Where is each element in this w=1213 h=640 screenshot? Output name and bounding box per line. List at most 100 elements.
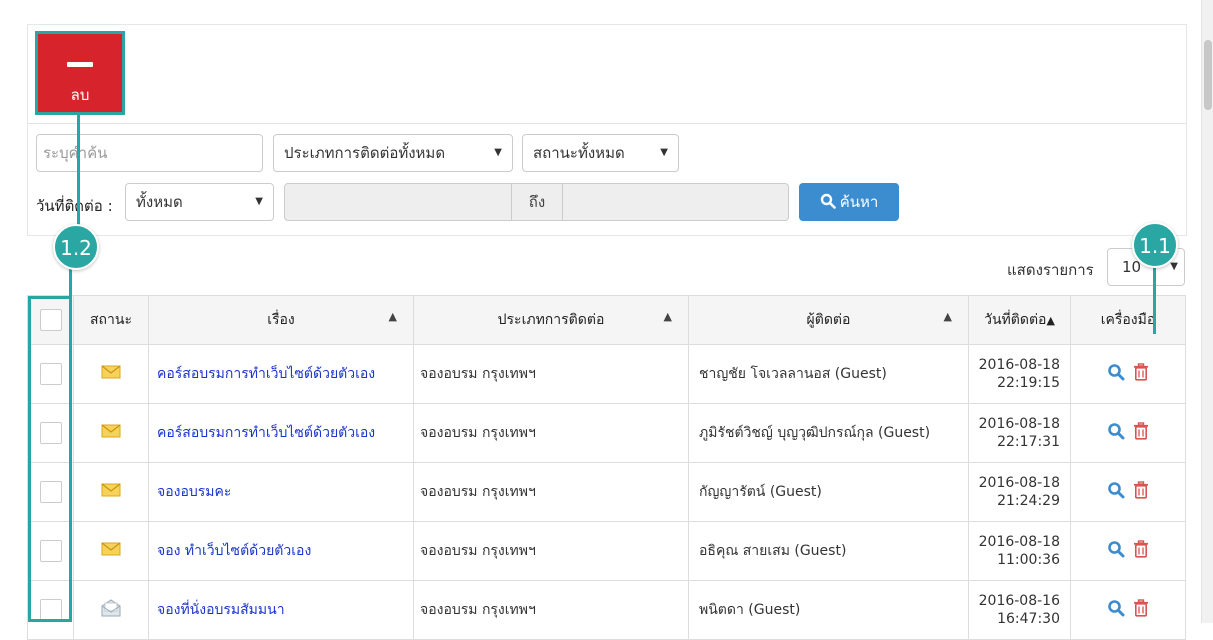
trash-icon[interactable] (1133, 422, 1149, 444)
dropdown-arrow-icon: ▼ (255, 196, 263, 207)
contact-date: 2016-08-16 (978, 593, 1060, 609)
row-checkbox[interactable] (39, 363, 62, 385)
tools-cell (1070, 521, 1186, 581)
table-header-row: สถานะ เรื่อง ▲ ประเภทการติดต่อ ▲ ผู้ติดต่อ… (27, 295, 1186, 345)
tools-cell (1070, 580, 1186, 640)
row-checkbox[interactable] (39, 540, 62, 562)
contact-cell: ภูมิรัชต์วิชญ์ บุญวุฒิปกรณ์กุล (Guest) (688, 403, 969, 463)
status-select-value: สถานะทั้งหมด (533, 144, 625, 162)
envelope-unread-icon (101, 365, 121, 384)
contact-date-label: วันที่ติดต่อ : (36, 197, 113, 215)
select-all-checkbox[interactable] (39, 309, 62, 331)
envelope-unread-icon (101, 542, 121, 561)
trash-icon[interactable] (1133, 599, 1149, 621)
sort-up-icon: ▲ (1046, 314, 1055, 327)
contact-date-cell: 2016-08-18 11:00:36 (968, 521, 1071, 581)
trash-icon[interactable] (1133, 363, 1149, 385)
status-cell (73, 462, 149, 522)
table-row: จองอบรมคะ จองอบรม กรุงเทพฯ กัญญารัตน์ (Gue… (27, 462, 1186, 522)
callout-badge: 1.2 (53, 224, 99, 270)
contact-date-cell: 2016-08-18 22:19:15 (968, 344, 1071, 404)
contact-time: 21:24:29 (997, 493, 1060, 509)
tools-header: เครื่องมือ (1070, 295, 1186, 345)
subject-header[interactable]: เรื่อง ▲ (148, 295, 414, 345)
search-icon[interactable] (1107, 599, 1125, 621)
annotation-line (1153, 262, 1156, 334)
row-select-cell (27, 403, 74, 463)
tools-cell (1070, 403, 1186, 463)
search-input[interactable]: ระบุคำค้น (36, 134, 263, 172)
envelope-unread-icon (101, 424, 121, 443)
row-select-cell (27, 344, 74, 404)
dropdown-arrow-icon: ▼ (494, 147, 502, 158)
status-cell (73, 403, 149, 463)
subject-header-label: เรื่อง (267, 312, 295, 328)
envelope-unread-icon (101, 483, 121, 502)
delete-button-label: ลบ (70, 86, 90, 104)
contact-header[interactable]: ผู้ติดต่อ ▲ (688, 295, 969, 345)
contact-type-cell: จองอบรม กรุงเทพฯ (413, 521, 689, 581)
tools-cell (1070, 344, 1186, 404)
contact-cell: อธิคุณ สายเสม (Guest) (688, 521, 969, 581)
minus-icon (67, 62, 93, 67)
page-size-label: แสดงรายการ (1007, 261, 1094, 279)
search-icon[interactable] (1107, 481, 1125, 503)
contact-type-cell: จองอบรม กรุงเทพฯ (413, 344, 689, 404)
date-to-label: ถึง (511, 184, 563, 220)
contact-cell: พนิตดา (Guest) (688, 580, 969, 640)
row-checkbox[interactable] (39, 422, 62, 444)
contact-date: 2016-08-18 (978, 416, 1060, 432)
delete-button[interactable]: ลบ (35, 31, 125, 115)
table-row: คอร์สอบรมการทำเว็บไซต์ด้วยตัวเอง จองอบรม … (27, 344, 1186, 404)
contact-date-header[interactable]: วันที่ติดต่อ▲ (968, 295, 1071, 345)
subject-link[interactable]: คอร์สอบรมการทำเว็บไซต์ด้วยตัวเอง (148, 403, 414, 463)
contact-type-select-value: ประเภทการติดต่อทั้งหมด (284, 144, 446, 162)
contact-date-cell: 2016-08-18 21:24:29 (968, 462, 1071, 522)
subject-link[interactable]: จองที่นั่งอบรมสัมมนา (148, 580, 414, 640)
search-icon[interactable] (1107, 422, 1125, 444)
date-range-select-value: ทั้งหมด (136, 193, 183, 211)
scrollbar-thumb[interactable] (1204, 40, 1212, 110)
trash-icon[interactable] (1133, 540, 1149, 562)
contact-type-cell: จองอบรม กรุงเทพฯ (413, 462, 689, 522)
subject-link[interactable]: จอง ทำเว็บไซต์ด้วยตัวเอง (148, 521, 414, 581)
contact-date-cell: 2016-08-18 22:17:31 (968, 403, 1071, 463)
contact-time: 22:17:31 (997, 434, 1060, 450)
callout-badge: 1.1 (1132, 222, 1178, 268)
search-icon[interactable] (1107, 363, 1125, 385)
contact-time: 16:47:30 (997, 611, 1060, 627)
dropdown-arrow-icon: ▼ (660, 147, 668, 158)
search-icon (820, 193, 836, 209)
row-checkbox[interactable] (39, 599, 62, 621)
status-select[interactable]: สถานะทั้งหมด ▼ (522, 134, 679, 172)
envelope-read-icon (101, 599, 121, 621)
contact-header-label: ผู้ติดต่อ (806, 312, 851, 328)
contact-type-header-label: ประเภทการติดต่อ (497, 312, 605, 328)
search-button[interactable]: ค้นหา (799, 183, 899, 221)
contact-date-header-label: วันที่ติดต่อ (984, 312, 1047, 328)
status-cell (73, 521, 149, 581)
date-range-input[interactable]: ถึง (284, 183, 789, 221)
trash-icon[interactable] (1133, 481, 1149, 503)
row-checkbox[interactable] (39, 481, 62, 503)
date-range-select[interactable]: ทั้งหมด ▼ (125, 183, 274, 221)
row-select-cell (27, 462, 74, 522)
page-scrollbar[interactable] (1201, 0, 1213, 623)
contact-type-cell: จองอบรม กรุงเทพฯ (413, 403, 689, 463)
contact-type-select[interactable]: ประเภทการติดต่อทั้งหมด ▼ (273, 134, 513, 172)
sort-up-icon: ▲ (943, 310, 952, 323)
contact-date-cell: 2016-08-16 16:47:30 (968, 580, 1071, 640)
contact-cell: กัญญารัตน์ (Guest) (688, 462, 969, 522)
status-cell (73, 580, 149, 640)
status-cell (73, 344, 149, 404)
search-button-label: ค้นหา (839, 193, 879, 211)
contact-time: 22:19:15 (997, 375, 1060, 391)
status-header: สถานะ (73, 295, 149, 345)
row-select-cell (27, 521, 74, 581)
subject-link[interactable]: คอร์สอบรมการทำเว็บไซต์ด้วยตัวเอง (148, 344, 414, 404)
row-select-cell (27, 580, 74, 640)
search-icon[interactable] (1107, 540, 1125, 562)
contact-type-header[interactable]: ประเภทการติดต่อ ▲ (413, 295, 689, 345)
contact-time: 11:00:36 (997, 552, 1060, 568)
subject-link[interactable]: จองอบรมคะ (148, 462, 414, 522)
